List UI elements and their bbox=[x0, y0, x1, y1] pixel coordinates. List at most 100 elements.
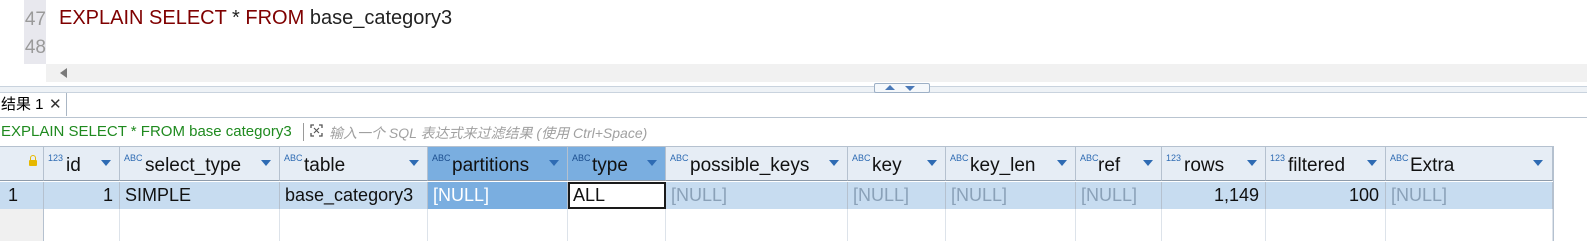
table-cell[interactable]: [NULL] bbox=[946, 182, 1076, 209]
column-name: filtered bbox=[1288, 155, 1346, 176]
type-badge: 123 bbox=[1270, 153, 1286, 163]
splitter-handle[interactable] bbox=[874, 83, 930, 93]
sort-arrow-icon[interactable] bbox=[1247, 160, 1257, 166]
column-header-partitions[interactable]: ABC partitions bbox=[428, 146, 568, 181]
table-cell[interactable]: 1 bbox=[44, 182, 120, 209]
table-cell[interactable]: SIMPLE bbox=[120, 182, 280, 209]
type-badge: ABC bbox=[1390, 153, 1409, 163]
empty-cell bbox=[120, 209, 280, 241]
empty-cell bbox=[428, 209, 568, 241]
column-header-table[interactable]: ABC table bbox=[280, 146, 428, 181]
column-name: ref bbox=[1098, 155, 1121, 176]
empty-cell bbox=[280, 209, 428, 241]
type-badge: ABC bbox=[124, 153, 143, 163]
column-header-ref[interactable]: ABC ref bbox=[1076, 146, 1162, 181]
lock-icon bbox=[29, 155, 37, 166]
column-name: key_len bbox=[970, 155, 1036, 176]
table-cell[interactable]: 1,149 bbox=[1162, 182, 1266, 209]
type-badge: ABC bbox=[852, 153, 871, 163]
row-number-header[interactable] bbox=[0, 146, 44, 181]
sort-arrow-icon[interactable] bbox=[409, 160, 419, 166]
table-cell[interactable]: [NULL] bbox=[1386, 182, 1553, 209]
column-header-key-len[interactable]: ABC key_len bbox=[946, 146, 1076, 181]
row-number[interactable]: 1 bbox=[0, 182, 44, 209]
column-name: id bbox=[66, 155, 81, 176]
empty-grid-area bbox=[0, 209, 1553, 241]
empty-cell bbox=[1266, 209, 1386, 241]
table-cell[interactable]: [NULL] bbox=[428, 182, 568, 209]
sort-arrow-icon[interactable] bbox=[829, 160, 839, 166]
results-grid: 123 id ABC select_type ABC table ABC par… bbox=[0, 146, 1587, 241]
table-row[interactable]: 1 1 SIMPLE base_category3 [NULL] ALL [NU… bbox=[0, 182, 1553, 209]
column-header-select-type[interactable]: ABC select_type bbox=[120, 146, 280, 181]
filter-expand-icon[interactable] bbox=[310, 124, 323, 137]
empty-cell bbox=[666, 209, 848, 241]
empty-cell bbox=[1386, 209, 1553, 241]
type-badge: ABC bbox=[1080, 153, 1099, 163]
table-cell[interactable]: 100 bbox=[1266, 182, 1386, 209]
column-name: table bbox=[304, 155, 346, 176]
sort-arrow-icon[interactable] bbox=[101, 160, 111, 166]
splitter-down-icon[interactable] bbox=[905, 86, 915, 91]
filter-input[interactable]: 输入一个 SQL 表达式来过滤结果 (使用 Ctrl+Space) bbox=[329, 123, 647, 143]
empty-cell bbox=[568, 209, 666, 241]
filter-bar: EXPLAIN SELECT * FROM base category3 输入一… bbox=[0, 120, 1587, 144]
table-cell[interactable]: [NULL] bbox=[1076, 182, 1162, 209]
type-badge: ABC bbox=[432, 153, 451, 163]
line-number: 47 bbox=[24, 9, 46, 30]
column-name: select_type bbox=[145, 155, 242, 176]
sort-arrow-icon[interactable] bbox=[261, 160, 271, 166]
empty-cell bbox=[1162, 209, 1266, 241]
sort-arrow-icon[interactable] bbox=[927, 160, 937, 166]
horizontal-scrollbar[interactable] bbox=[46, 64, 1587, 82]
empty-cell bbox=[44, 209, 120, 241]
sort-arrow-icon[interactable] bbox=[1533, 160, 1543, 166]
empty-cell bbox=[946, 209, 1076, 241]
close-icon[interactable]: ✕ bbox=[49, 93, 62, 116]
column-header-key[interactable]: ABC key bbox=[848, 146, 946, 181]
panel-splitter[interactable] bbox=[0, 86, 1587, 93]
table-cell[interactable]: [NULL] bbox=[848, 182, 946, 209]
column-name: Extra bbox=[1410, 155, 1455, 176]
column-header-extra[interactable]: ABC Extra bbox=[1386, 146, 1553, 181]
sort-arrow-icon[interactable] bbox=[1367, 160, 1377, 166]
table-cell[interactable]: [NULL] bbox=[666, 182, 848, 209]
header-row: 123 id ABC select_type ABC table ABC par… bbox=[0, 146, 1553, 182]
column-header-filtered[interactable]: 123 filtered bbox=[1266, 146, 1386, 181]
sql-editor[interactable]: 47 48 EXPLAIN SELECT * FROM base_categor… bbox=[0, 0, 1587, 86]
column-header-rows[interactable]: 123 rows bbox=[1162, 146, 1266, 181]
splitter-up-icon[interactable] bbox=[885, 85, 895, 90]
type-badge: ABC bbox=[950, 153, 969, 163]
type-badge: ABC bbox=[670, 153, 689, 163]
line-number: 48 bbox=[24, 37, 46, 58]
results-tab-strip: 结果 1 ✕ bbox=[0, 93, 1587, 118]
sql-statement[interactable]: EXPLAIN SELECT * FROM base_category3 bbox=[59, 7, 452, 30]
sql-table-name: base_category3 bbox=[304, 7, 453, 29]
tab-label: 结果 1 bbox=[1, 96, 44, 113]
sort-arrow-icon[interactable] bbox=[549, 160, 559, 166]
table-cell-focused[interactable]: ALL bbox=[568, 182, 666, 209]
type-badge: 123 bbox=[48, 153, 64, 163]
sql-keyword: FROM bbox=[245, 7, 305, 29]
empty-cell bbox=[848, 209, 946, 241]
row-number-gutter bbox=[0, 209, 44, 241]
query-label: EXPLAIN SELECT * FROM base category3 bbox=[1, 123, 292, 140]
column-name: possible_keys bbox=[690, 155, 810, 176]
type-badge: ABC bbox=[284, 153, 303, 163]
scroll-left-icon[interactable] bbox=[60, 68, 67, 78]
sort-arrow-icon[interactable] bbox=[1057, 160, 1067, 166]
column-name: key bbox=[872, 155, 902, 176]
sort-arrow-icon[interactable] bbox=[1143, 160, 1153, 166]
table-cell[interactable]: base_category3 bbox=[280, 182, 428, 209]
sort-arrow-icon[interactable] bbox=[647, 160, 657, 166]
grid-right-border bbox=[1553, 146, 1554, 241]
column-header-possible-keys[interactable]: ABC possible_keys bbox=[666, 146, 848, 181]
column-header-id[interactable]: 123 id bbox=[44, 146, 120, 181]
column-header-type[interactable]: ABC type bbox=[568, 146, 666, 181]
type-badge: ABC bbox=[572, 153, 591, 163]
type-badge: 123 bbox=[1166, 153, 1182, 163]
column-name: type bbox=[592, 155, 628, 176]
empty-cell bbox=[1076, 209, 1162, 241]
sql-keyword: EXPLAIN SELECT bbox=[59, 7, 227, 29]
tab-results-1[interactable]: 结果 1 ✕ bbox=[0, 93, 67, 116]
